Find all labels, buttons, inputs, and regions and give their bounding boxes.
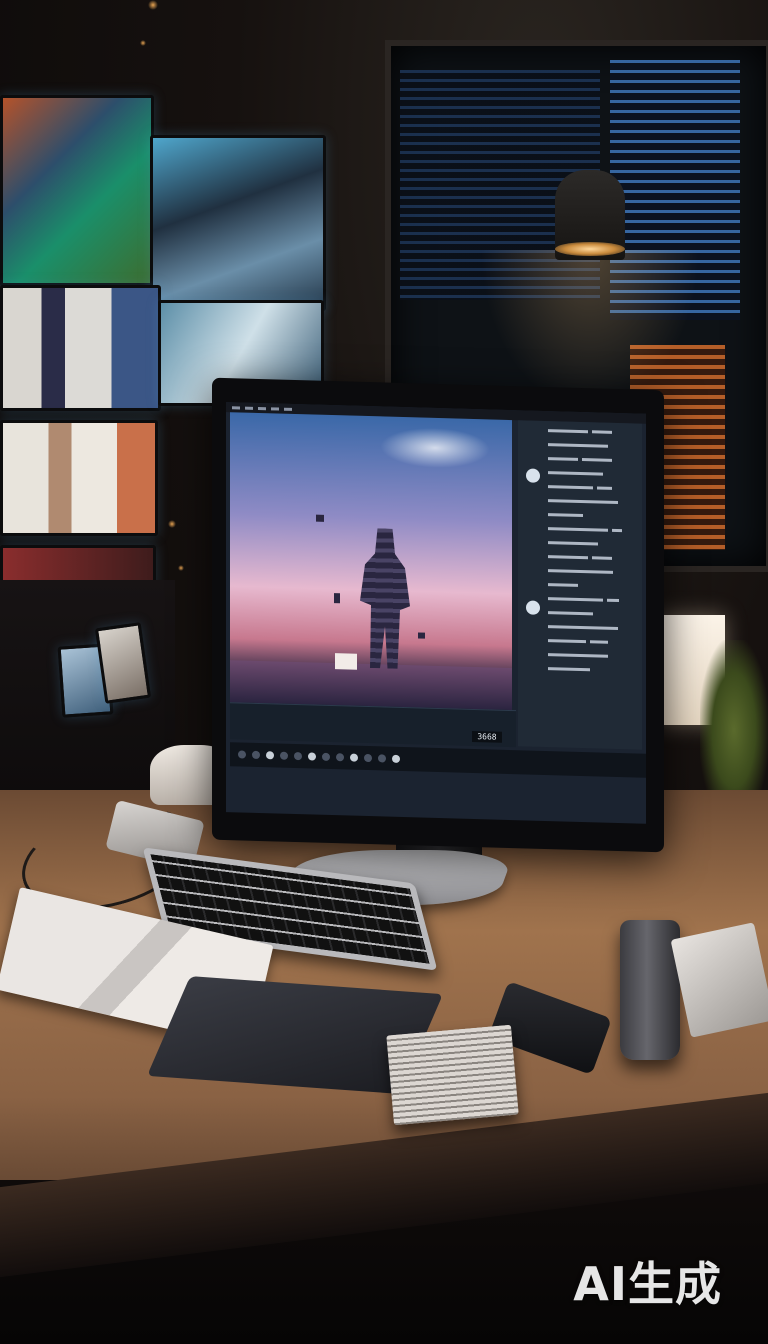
bokeh-light bbox=[168, 520, 176, 528]
lamp-glow bbox=[555, 242, 625, 256]
paper-stack bbox=[386, 1024, 519, 1126]
ai-generated-watermark: AI生成 bbox=[573, 1257, 722, 1311]
sky-cloud bbox=[380, 426, 490, 470]
pixel-fragment bbox=[316, 514, 324, 522]
render-viewport bbox=[230, 412, 512, 711]
side-panel bbox=[518, 420, 642, 750]
timecode-display: 3668 bbox=[472, 730, 502, 743]
wall-monitor-5 bbox=[0, 420, 158, 536]
plant bbox=[700, 640, 768, 790]
monitor-screen: 3668 bbox=[226, 402, 646, 824]
bokeh-light bbox=[148, 0, 158, 10]
workspace-photo: 3668 AI生成 bbox=[0, 0, 768, 1344]
bokeh-light bbox=[178, 565, 184, 571]
wall-monitor-2 bbox=[150, 135, 326, 311]
pixel-fragment bbox=[334, 593, 340, 604]
pixel-figure bbox=[360, 528, 410, 669]
avatar bbox=[526, 600, 540, 615]
wall-monitor-1 bbox=[0, 95, 154, 286]
avatar bbox=[526, 468, 540, 483]
main-monitor: 3668 bbox=[212, 377, 664, 853]
wall-monitor-3 bbox=[0, 285, 161, 411]
pixel-fragment bbox=[418, 632, 425, 639]
bokeh-light bbox=[140, 40, 146, 46]
white-block bbox=[335, 653, 357, 670]
